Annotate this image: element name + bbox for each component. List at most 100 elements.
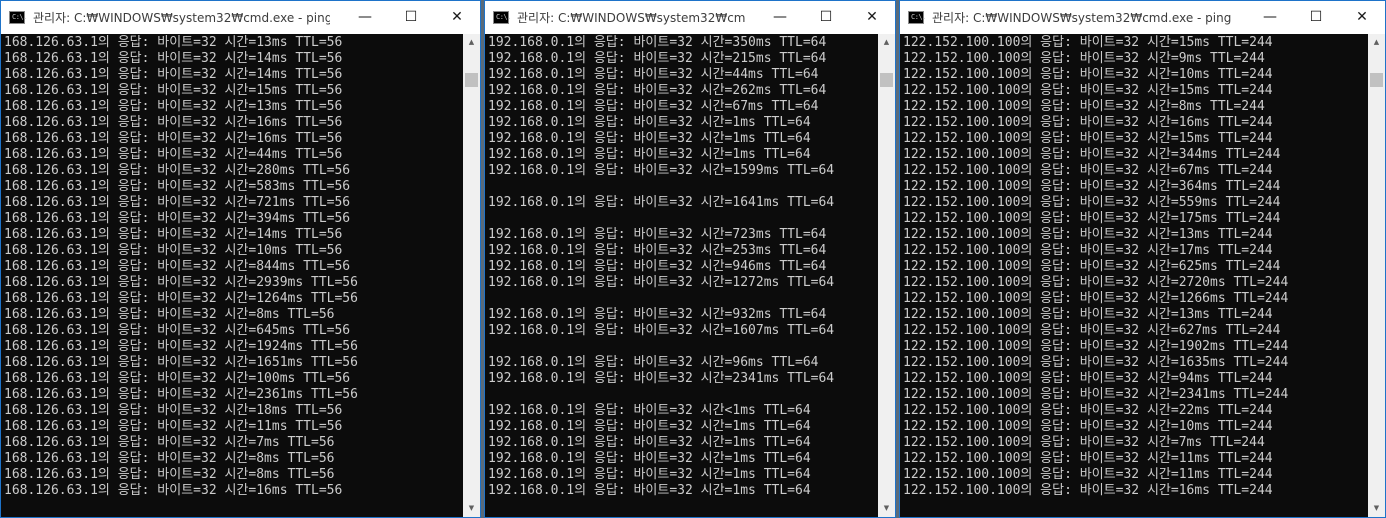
console-line: 168.126.63.1의 응답: 바이트=32 시간=10ms TTL=56 <box>4 243 343 258</box>
cmd-app-icon[interactable]: C:\. <box>908 11 926 24</box>
console-line: 168.126.63.1의 응답: 바이트=32 시간=18ms TTL=56 <box>4 403 343 418</box>
cmd-window-2[interactable]: C:\. 관리자: C:₩WINDOWS₩system32₩cmd.ex... … <box>484 0 896 518</box>
console-line: 168.126.63.1의 응답: 바이트=32 시간=14ms TTL=56 <box>4 227 343 242</box>
console-line: 168.126.63.1의 응답: 바이트=32 시간=394ms TTL=56 <box>4 211 351 226</box>
console-line: 168.126.63.1의 응답: 바이트=32 시간=1264ms TTL=5… <box>4 291 358 306</box>
console-line: 192.168.0.1의 응답: 바이트=32 시간=1ms TTL=64 <box>488 147 811 162</box>
cmd-app-icon[interactable]: C:\. <box>493 11 511 24</box>
scroll-up-arrow-icon[interactable]: ▲ <box>878 34 895 51</box>
console-line: 122.152.100.100의 응답: 바이트=32 시간=67ms TTL=… <box>903 163 1273 178</box>
console-line: 122.152.100.100의 응답: 바이트=32 시간=16ms TTL=… <box>903 483 1273 498</box>
maximize-button[interactable]: ☐ <box>1293 1 1339 34</box>
vertical-scrollbar[interactable]: ▲ ▼ <box>1368 34 1385 517</box>
console-line: 122.152.100.100의 응답: 바이트=32 시간=344ms TTL… <box>903 147 1281 162</box>
console-line: 168.126.63.1의 응답: 바이트=32 시간=721ms TTL=56 <box>4 195 351 210</box>
close-button[interactable]: ✕ <box>1339 1 1385 34</box>
scroll-down-arrow-icon[interactable]: ▼ <box>1368 500 1385 517</box>
console-line: 192.168.0.1의 응답: 바이트=32 시간=67ms TTL=64 <box>488 99 819 114</box>
console-line: 168.126.63.1의 응답: 바이트=32 시간=7ms TTL=56 <box>4 435 335 450</box>
console-line: 122.152.100.100의 응답: 바이트=32 시간=10ms TTL=… <box>903 419 1273 434</box>
console-line: 122.152.100.100의 응답: 바이트=32 시간=364ms TTL… <box>903 179 1281 194</box>
console-line: 192.168.0.1의 응답: 바이트=32 시간=350ms TTL=64 <box>488 35 827 50</box>
scroll-thumb[interactable] <box>880 72 893 87</box>
vertical-scrollbar[interactable]: ▲ ▼ <box>463 34 480 517</box>
console-line: 122.152.100.100의 응답: 바이트=32 시간=15ms TTL=… <box>903 131 1273 146</box>
console-line: 122.152.100.100의 응답: 바이트=32 시간=7ms TTL=2… <box>903 435 1265 450</box>
console-line: 168.126.63.1의 응답: 바이트=32 시간=44ms TTL=56 <box>4 147 343 162</box>
maximize-button[interactable]: ☐ <box>803 1 849 34</box>
console-line: 192.168.0.1의 응답: 바이트=32 시간=1599ms TTL=64 <box>488 163 835 178</box>
console-line: 168.126.63.1의 응답: 바이트=32 시간=13ms TTL=56 <box>4 35 343 50</box>
console-line: 122.152.100.100의 응답: 바이트=32 시간=94ms TTL=… <box>903 371 1273 386</box>
console-line: 122.152.100.100의 응답: 바이트=32 시간=8ms TTL=2… <box>903 99 1265 114</box>
console-line: 192.168.0.1의 응답: 바이트=32 시간=1ms TTL=64 <box>488 451 811 466</box>
close-button[interactable]: ✕ <box>849 1 895 34</box>
console-line: 192.168.0.1의 응답: 바이트=32 시간<1ms TTL=64 <box>488 403 811 418</box>
console-line: 122.152.100.100의 응답: 바이트=32 시간=627ms TTL… <box>903 323 1281 338</box>
console-lines: 122.152.100.100의 응답: 바이트=32 시간=15ms TTL=… <box>903 35 1368 499</box>
console-line: 192.168.0.1의 응답: 바이트=32 시간=723ms TTL=64 <box>488 227 827 242</box>
console-line: 122.152.100.100의 응답: 바이트=32 시간=13ms TTL=… <box>903 307 1273 322</box>
window-title: 관리자: C:₩WINDOWS₩system32₩cmd.exe - ping … <box>33 11 330 25</box>
console-line: 168.126.63.1의 응답: 바이트=32 시간=2361ms TTL=5… <box>4 387 358 402</box>
console-line: 192.168.0.1의 응답: 바이트=32 시간=932ms TTL=64 <box>488 307 827 322</box>
console-line: 168.126.63.1의 응답: 바이트=32 시간=11ms TTL=56 <box>4 419 343 434</box>
console-line: 168.126.63.1의 응답: 바이트=32 시간=14ms TTL=56 <box>4 51 343 66</box>
console-line: 192.168.0.1의 응답: 바이트=32 시간=1ms TTL=64 <box>488 419 811 434</box>
scroll-up-arrow-icon[interactable]: ▲ <box>1368 34 1385 51</box>
title-bar[interactable]: C:\. 관리자: C:₩WINDOWS₩system32₩cmd.exe - … <box>900 1 1385 34</box>
console-line: 122.152.100.100의 응답: 바이트=32 시간=9ms TTL=2… <box>903 51 1265 66</box>
console-line: 168.126.63.1의 응답: 바이트=32 시간=844ms TTL=56 <box>4 259 351 274</box>
console-line: 168.126.63.1의 응답: 바이트=32 시간=16ms TTL=56 <box>4 483 343 498</box>
console-line: 168.126.63.1의 응답: 바이트=32 시간=14ms TTL=56 <box>4 67 343 82</box>
minimize-button[interactable]: — <box>757 1 803 34</box>
close-button[interactable]: ✕ <box>434 1 480 34</box>
console-output[interactable]: 168.126.63.1의 응답: 바이트=32 시간=13ms TTL=56 1… <box>1 34 463 517</box>
console-lines: 192.168.0.1의 응답: 바이트=32 시간=350ms TTL=64 1… <box>488 35 878 499</box>
maximize-button[interactable]: ☐ <box>388 1 434 34</box>
console-line: 168.126.63.1의 응답: 바이트=32 시간=16ms TTL=56 <box>4 131 343 146</box>
title-bar[interactable]: C:\. 관리자: C:₩WINDOWS₩system32₩cmd.exe - … <box>1 1 480 34</box>
cmd-app-icon[interactable]: C:\. <box>9 11 27 24</box>
console-line: 122.152.100.100의 응답: 바이트=32 시간=175ms TTL… <box>903 211 1281 226</box>
console-output[interactable]: 122.152.100.100의 응답: 바이트=32 시간=15ms TTL=… <box>900 34 1368 517</box>
console-line: 122.152.100.100의 응답: 바이트=32 시간=1902ms TT… <box>903 339 1289 354</box>
console-line: 192.168.0.1의 응답: 바이트=32 시간=44ms TTL=64 <box>488 67 819 82</box>
console-line: 192.168.0.1의 응답: 바이트=32 시간=1641ms TTL=64 <box>488 195 835 210</box>
title-bar[interactable]: C:\. 관리자: C:₩WINDOWS₩system32₩cmd.ex... … <box>485 1 895 34</box>
minimize-button[interactable]: — <box>342 1 388 34</box>
console-line: 192.168.0.1의 응답: 바이트=32 시간=1ms TTL=64 <box>488 435 811 450</box>
console-line: 192.168.0.1의 응답: 바이트=32 시간=262ms TTL=64 <box>488 83 827 98</box>
console-line: 192.168.0.1의 응답: 바이트=32 시간=1ms TTL=64 <box>488 115 811 130</box>
console-line: 122.152.100.100의 응답: 바이트=32 시간=17ms TTL=… <box>903 243 1273 258</box>
cmd-window-1[interactable]: C:\. 관리자: C:₩WINDOWS₩system32₩cmd.exe - … <box>0 0 481 518</box>
console-lines: 168.126.63.1의 응답: 바이트=32 시간=13ms TTL=56 1… <box>4 35 463 499</box>
console-line: 122.152.100.100의 응답: 바이트=32 시간=1266ms TT… <box>903 291 1289 306</box>
console-line: 168.126.63.1의 응답: 바이트=32 시간=15ms TTL=56 <box>4 83 343 98</box>
console-line: 168.126.63.1의 응답: 바이트=32 시간=645ms TTL=56 <box>4 323 351 338</box>
scroll-up-arrow-icon[interactable]: ▲ <box>463 34 480 51</box>
console-line: 168.126.63.1의 응답: 바이트=32 시간=13ms TTL=56 <box>4 99 343 114</box>
console-line: 122.152.100.100의 응답: 바이트=32 시간=13ms TTL=… <box>903 227 1273 242</box>
console-line: 168.126.63.1의 응답: 바이트=32 시간=8ms TTL=56 <box>4 467 335 482</box>
vertical-scrollbar[interactable]: ▲ ▼ <box>878 34 895 517</box>
console-line: 192.168.0.1의 응답: 바이트=32 시간=1ms TTL=64 <box>488 131 811 146</box>
console-line: 168.126.63.1의 응답: 바이트=32 시간=1651ms TTL=5… <box>4 355 358 370</box>
console-line: 122.152.100.100의 응답: 바이트=32 시간=559ms TTL… <box>903 195 1281 210</box>
scroll-thumb[interactable] <box>1370 72 1383 87</box>
scroll-down-arrow-icon[interactable]: ▼ <box>878 500 895 517</box>
console-line: 168.126.63.1의 응답: 바이트=32 시간=2939ms TTL=5… <box>4 275 358 290</box>
console-line: 168.126.63.1의 응답: 바이트=32 시간=16ms TTL=56 <box>4 115 343 130</box>
cmd-window-3[interactable]: C:\. 관리자: C:₩WINDOWS₩system32₩cmd.exe - … <box>899 0 1386 518</box>
console-line: 122.152.100.100의 응답: 바이트=32 시간=22ms TTL=… <box>903 403 1273 418</box>
console-output[interactable]: 192.168.0.1의 응답: 바이트=32 시간=350ms TTL=64 1… <box>485 34 878 517</box>
console-line: 192.168.0.1의 응답: 바이트=32 시간=215ms TTL=64 <box>488 51 827 66</box>
scroll-thumb[interactable] <box>465 72 478 87</box>
console-line: 122.152.100.100의 응답: 바이트=32 시간=15ms TTL=… <box>903 35 1273 50</box>
console-line: 168.126.63.1의 응답: 바이트=32 시간=1924ms TTL=5… <box>4 339 358 354</box>
minimize-button[interactable]: — <box>1247 1 1293 34</box>
scroll-down-arrow-icon[interactable]: ▼ <box>463 500 480 517</box>
